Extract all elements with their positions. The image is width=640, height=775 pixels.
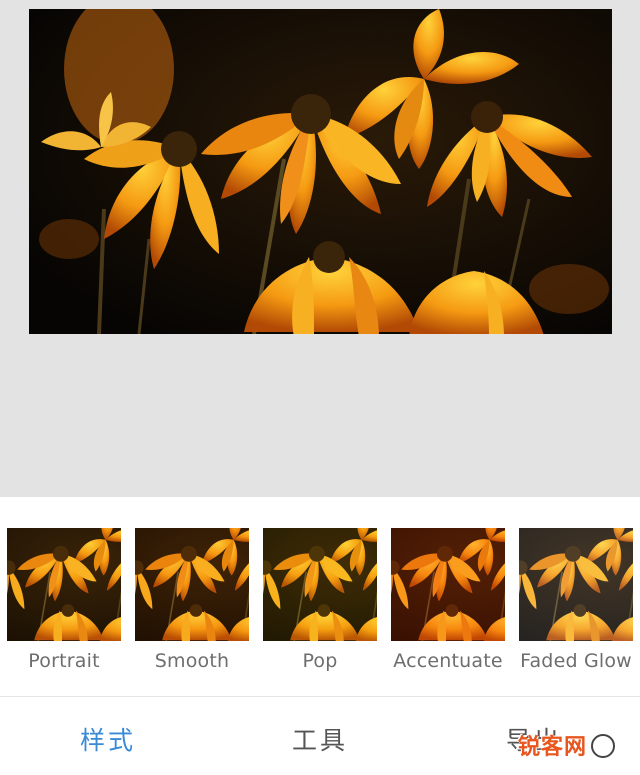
filter-accentuate[interactable]: Accentuate bbox=[391, 528, 505, 672]
filter-thumbnail[interactable] bbox=[263, 528, 377, 641]
filter-preview-image bbox=[263, 528, 377, 641]
tab-styles[interactable]: 样式 bbox=[80, 721, 136, 757]
preview-photo[interactable] bbox=[29, 9, 612, 334]
filter-thumbnail[interactable] bbox=[391, 528, 505, 641]
tab-tools[interactable]: 工具 bbox=[292, 721, 348, 757]
filter-preview-image bbox=[7, 528, 121, 641]
filter-label: Faded Glow bbox=[520, 650, 632, 672]
filter-label: Portrait bbox=[28, 650, 100, 672]
watermark-badge-icon bbox=[591, 734, 616, 758]
filter-faded-glow[interactable]: Faded Glow bbox=[519, 528, 633, 672]
filter-preview-image bbox=[391, 528, 505, 641]
preview-canvas bbox=[0, 0, 640, 497]
filter-thumbnail[interactable] bbox=[519, 528, 633, 641]
filter-smooth[interactable]: Smooth bbox=[135, 528, 249, 672]
flowers-photo-image bbox=[29, 9, 612, 334]
filter-pop[interactable]: Pop bbox=[263, 528, 377, 672]
filter-preview-image bbox=[135, 528, 249, 641]
filter-thumbnail[interactable] bbox=[135, 528, 249, 641]
filter-preview-image bbox=[519, 528, 633, 641]
filter-strip[interactable]: Portrait Smooth Pop Accentuate Faded Glo… bbox=[0, 497, 640, 697]
watermark-logo: 锐客网 bbox=[518, 729, 616, 761]
filter-label: Smooth bbox=[154, 650, 230, 672]
watermark-text: 锐客网 bbox=[518, 735, 588, 760]
filter-label: Accentuate bbox=[393, 650, 503, 672]
filter-label: Pop bbox=[302, 650, 338, 672]
filter-portrait[interactable]: Portrait bbox=[7, 528, 121, 672]
photo-editor-app: Portrait Smooth Pop Accentuate Faded Glo… bbox=[0, 0, 640, 775]
filter-thumbnail[interactable] bbox=[7, 528, 121, 641]
